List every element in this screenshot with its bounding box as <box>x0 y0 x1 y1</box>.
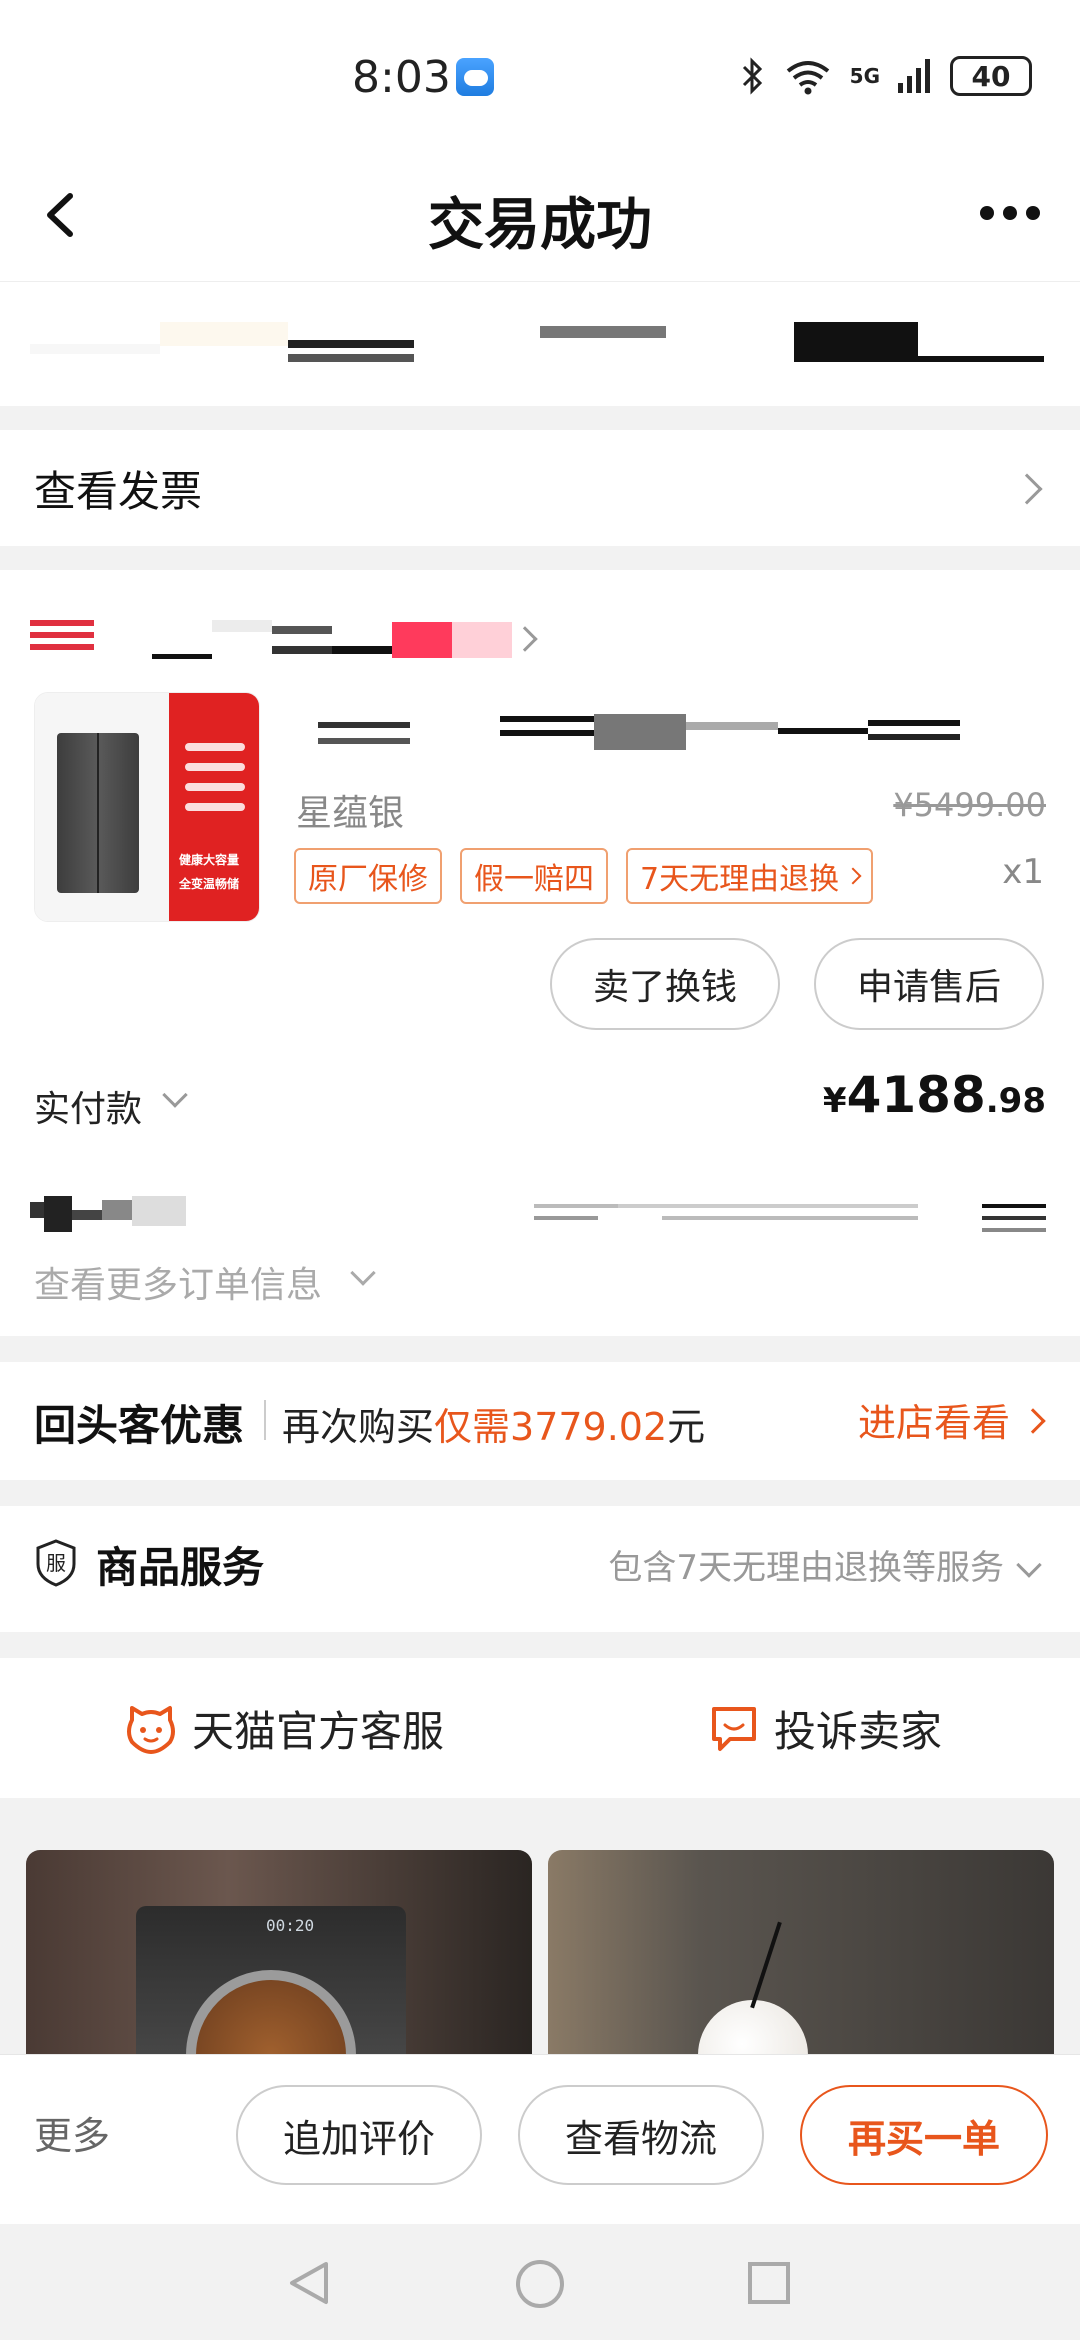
services-description: 包含7天无理由退换等服务 <box>608 1548 1004 1588</box>
redacted-block <box>540 326 666 338</box>
chevron-down-icon <box>1016 1552 1042 1578</box>
redacted-status-strip <box>0 282 1080 406</box>
service-shield-icon: 服 <box>36 1539 76 1587</box>
services-title: 商品服务 <box>96 1543 265 1592</box>
product-card: 健康大容量 全变温畅储 星蕴银 ¥5499.00 原厂保修 假一赔四 7天无理由… <box>0 570 1080 1336</box>
complain-seller[interactable]: 投诉卖家 <box>708 1698 942 1759</box>
chevron-down-icon <box>350 1260 376 1286</box>
thumb-caption: 全变温畅储 <box>179 877 240 891</box>
tag-warranty: 原厂保修 <box>294 848 442 904</box>
chat-bubble-icon <box>712 1706 756 1751</box>
promo-divider <box>264 1400 266 1440</box>
more-actions[interactable]: 更多 <box>34 2105 110 2160</box>
fridge-image <box>57 733 139 893</box>
redacted-block <box>160 322 288 346</box>
original-price: ¥5499.00 <box>893 786 1046 824</box>
chevron-down-icon <box>162 1082 188 1108</box>
svg-text:服: 服 <box>46 1551 66 1575</box>
status-icons: 5G 40 <box>740 56 1032 96</box>
redacted-block <box>288 354 414 362</box>
recommendation-card-washer[interactable]: 00:20 <box>26 1850 532 2070</box>
chevron-right-icon <box>512 626 538 652</box>
system-navigation-bar <box>0 2224 1080 2340</box>
redacted-block <box>794 322 918 362</box>
visit-store-link[interactable]: 进店看看 <box>858 1392 1010 1447</box>
signal-icon <box>898 59 930 93</box>
back-triangle-icon[interactable] <box>286 2258 332 2308</box>
wifi-icon <box>786 61 829 95</box>
redacted-block <box>30 344 160 354</box>
more-order-info: 查看更多订单信息 <box>34 1265 323 1306</box>
invoice-label: 查看发票 <box>34 467 203 516</box>
product-image[interactable]: 健康大容量 全变温畅储 <box>34 692 260 922</box>
product-variant: 星蕴银 <box>296 793 405 834</box>
returning-customer-promo[interactable]: 回头客优惠 再次购买仅需3779.02元 进店看看 <box>0 1362 1080 1480</box>
service-tags: 原厂保修 假一赔四 7天无理由退换 <box>294 848 874 904</box>
quantity: x1 <box>1002 852 1044 892</box>
tag-fake-compensation: 假一赔四 <box>460 848 608 904</box>
page-title: 交易成功 <box>428 193 652 258</box>
status-bar: 8:03 5G 40 <box>0 0 1080 150</box>
more-options-icon[interactable] <box>980 198 1040 228</box>
chevron-right-icon <box>1011 473 1043 505</box>
nav-bar: 交易成功 <box>0 150 1080 282</box>
complain-seller-label: 投诉卖家 <box>774 1707 943 1756</box>
after-sales-button[interactable]: 申请售后 <box>814 938 1044 1030</box>
official-customer-service-label: 天猫官方客服 <box>192 1707 445 1756</box>
view-logistics-button[interactable]: 查看物流 <box>518 2085 764 2185</box>
promo-title: 回头客优惠 <box>34 1401 245 1450</box>
sell-button[interactable]: 卖了换钱 <box>550 938 780 1030</box>
product-services-row[interactable]: 服 商品服务 包含7天无理由退换等服务 <box>0 1506 1080 1632</box>
promo-text: 再次购买仅需3779.02元 <box>282 1405 706 1449</box>
redacted-block <box>288 340 414 348</box>
home-circle-icon[interactable] <box>514 2258 566 2310</box>
official-customer-service[interactable]: 天猫官方客服 <box>124 1698 444 1759</box>
bottom-action-bar: 更多 追加评价 查看物流 再买一单 <box>0 2054 1080 2224</box>
recents-square-icon[interactable] <box>746 2260 792 2306</box>
washer-display: 00:20 <box>266 1916 315 1935</box>
redacted-block <box>918 356 1044 362</box>
add-review-button[interactable]: 追加评价 <box>236 2085 482 2185</box>
bluetooth-icon <box>742 57 762 95</box>
cat-face-icon <box>127 1705 175 1754</box>
invoice-row[interactable]: 查看发票 <box>0 430 1080 546</box>
battery-level: 40 <box>971 59 1011 93</box>
chevron-right-icon <box>844 867 862 885</box>
status-time: 8:03 <box>352 52 451 103</box>
tag-7day-return[interactable]: 7天无理由退换 <box>626 848 874 904</box>
chevron-right-icon <box>1020 1408 1046 1434</box>
customer-service-row: 天猫官方客服 投诉卖家 <box>0 1658 1080 1798</box>
paid-label: 实付款 <box>34 1089 143 1130</box>
weather-icon <box>456 58 494 96</box>
battery-icon: 40 <box>950 56 1032 96</box>
paid-amount: ¥4188.98 <box>822 1066 1046 1124</box>
thumb-caption: 健康大容量 <box>179 853 240 867</box>
network-type: 5G <box>849 64 880 88</box>
buy-again-button[interactable]: 再买一单 <box>800 2085 1048 2185</box>
recommendation-card-lamp[interactable] <box>548 1850 1054 2070</box>
